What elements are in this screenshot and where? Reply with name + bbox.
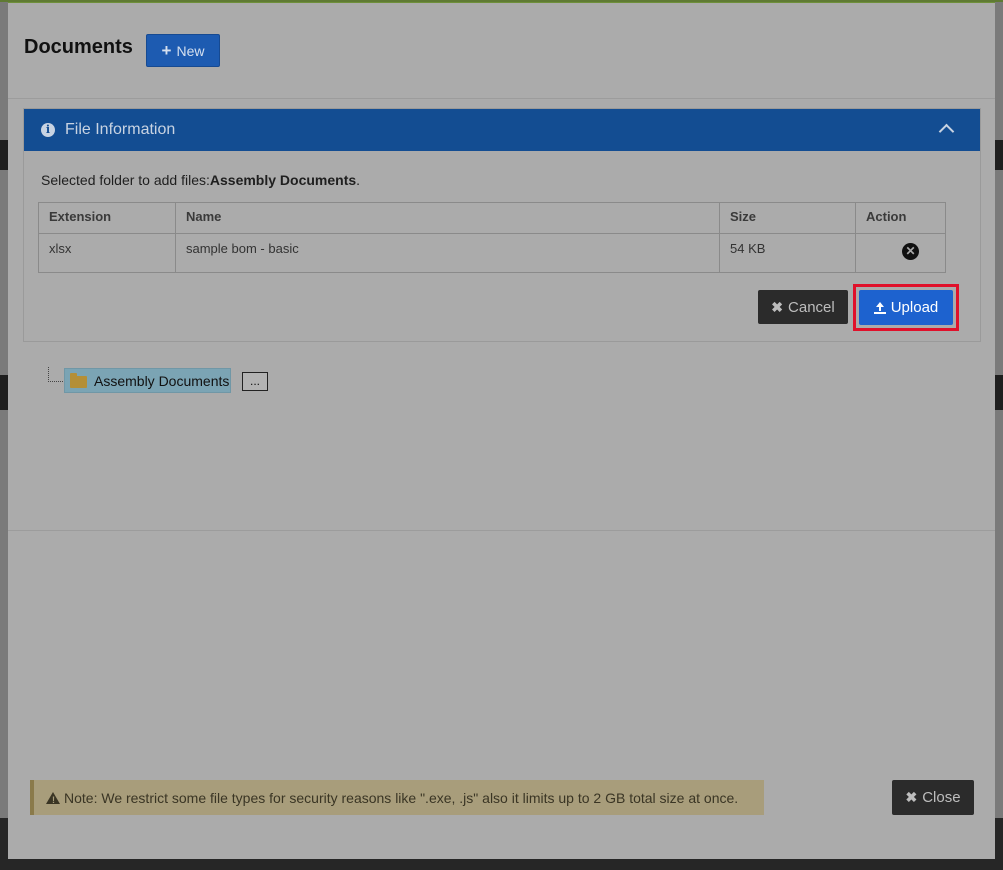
selected-folder-name: Assembly Documents	[209, 172, 357, 188]
chevron-up-icon[interactable]	[938, 123, 955, 140]
restriction-note-text: Note: We restrict some file types for se…	[64, 789, 739, 806]
plus-icon: +	[161, 40, 172, 60]
upload-button-label: Upload	[890, 299, 939, 316]
cell-name: sample bom - basic	[175, 233, 720, 273]
warning-icon: !	[46, 791, 60, 805]
column-header-size: Size	[719, 202, 856, 234]
remove-icon[interactable]: ✕	[902, 243, 919, 260]
modal-footer: ! Note: We restrict some file types for …	[8, 530, 995, 860]
new-button-label: New	[176, 42, 205, 59]
selected-folder-prefix: Selected folder to add files:	[41, 172, 210, 188]
files-table: Extension Name Size Action xlsx sample b…	[38, 202, 946, 273]
cell-action: ✕	[855, 233, 946, 273]
table-row: xlsx sample bom - basic 54 KB ✕	[38, 233, 946, 273]
times-icon: ✖	[905, 789, 918, 805]
new-button[interactable]: + New	[146, 34, 220, 67]
tree-node-assembly-documents[interactable]: Assembly Documents	[64, 368, 231, 393]
tree-node-label: Assembly Documents	[94, 372, 230, 389]
close-button-label: Close	[922, 789, 961, 806]
background-dark-band	[995, 375, 1003, 410]
selected-folder-suffix: .	[356, 172, 361, 188]
column-header-extension: Extension	[38, 202, 176, 234]
table-header-row: Extension Name Size Action	[38, 202, 946, 234]
folder-icon	[70, 372, 87, 388]
background-dark-band	[0, 375, 8, 410]
more-options-button[interactable]: ...	[242, 372, 268, 391]
modal-header: Documents + New	[8, 3, 995, 99]
documents-modal: Documents + New i File Information Selec…	[8, 2, 995, 859]
file-information-panel: i File Information Selected folder to ad…	[23, 108, 981, 342]
cell-extension: xlsx	[38, 233, 176, 273]
cancel-button-label: Cancel	[788, 298, 835, 316]
background-dark-band	[0, 140, 8, 170]
tree-connector	[48, 367, 63, 382]
column-header-action: Action	[855, 202, 946, 234]
upload-icon	[873, 301, 886, 314]
selected-folder-text: Selected folder to add files:Assembly Do…	[41, 172, 360, 188]
info-icon: i	[41, 123, 55, 137]
times-icon: ✖	[771, 298, 784, 315]
cancel-button[interactable]: ✖ Cancel	[758, 290, 848, 324]
panel-title: File Information	[65, 121, 176, 138]
column-header-name: Name	[175, 202, 720, 234]
upload-button[interactable]: Upload	[859, 290, 953, 325]
restriction-note: ! Note: We restrict some file types for …	[30, 780, 764, 815]
cell-size: 54 KB	[719, 233, 856, 273]
file-information-heading[interactable]: i File Information	[24, 109, 980, 151]
background-dark-band	[995, 140, 1003, 170]
close-button[interactable]: ✖ Close	[892, 780, 974, 815]
modal-title: Documents	[24, 36, 133, 58]
